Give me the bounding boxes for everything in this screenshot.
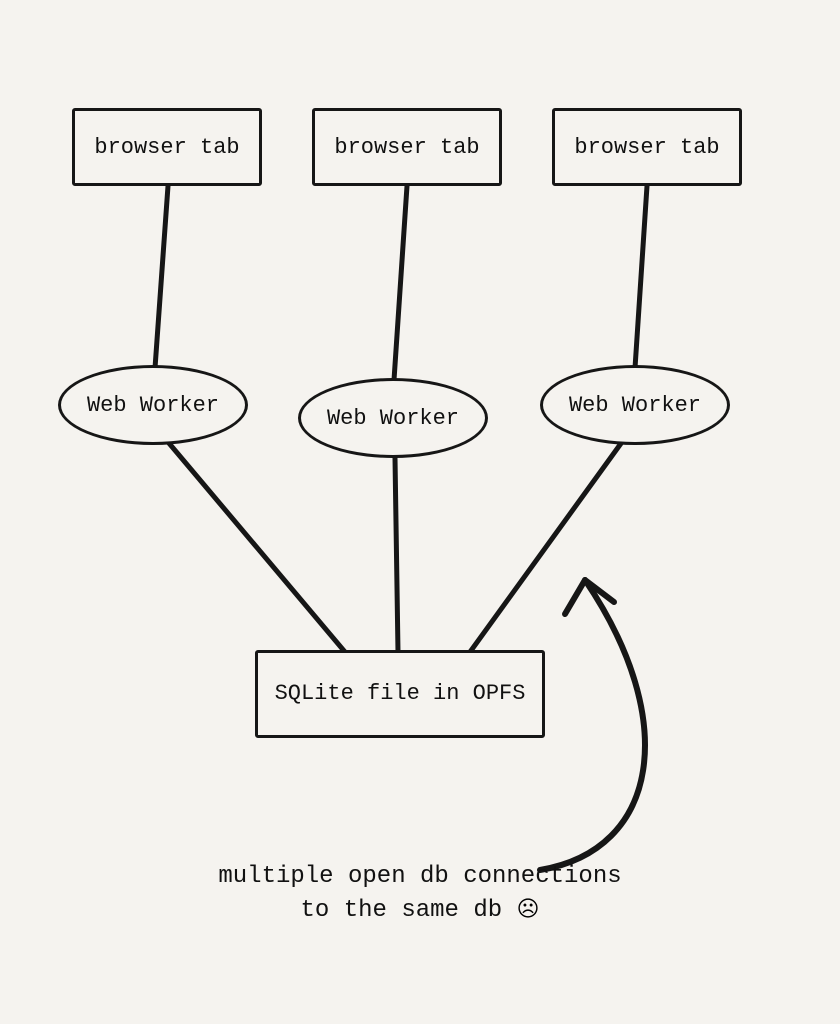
web-worker-3-label: Web Worker [569,393,701,418]
browser-tab-3: browser tab [552,108,742,186]
sqlite-db-file-label: SQLite file in OPFS [275,680,526,708]
edge-worker2-db [395,458,398,652]
browser-tab-1: browser tab [72,108,262,186]
browser-tab-1-label: browser tab [94,135,239,160]
frown-icon: ☹ [517,897,540,922]
edge-tab1-worker1 [155,186,168,368]
browser-tab-2: browser tab [312,108,502,186]
edge-worker3-db [470,442,622,652]
annotation-arrow [540,580,645,870]
browser-tab-2-label: browser tab [334,135,479,160]
sqlite-db-file: SQLite file in OPFS [255,650,545,738]
web-worker-1-label: Web Worker [87,393,219,418]
edge-tab3-worker3 [635,186,647,368]
web-worker-2: Web Worker [298,378,488,458]
caption: multiple open db connections to the same… [0,860,840,927]
caption-line2: to the same db [301,897,503,924]
web-worker-1: Web Worker [58,365,248,445]
architecture-diagram: browser tab browser tab browser tab Web … [0,0,840,1024]
edge-worker1-db [168,442,345,652]
caption-line1: multiple open db connections [218,863,621,890]
web-worker-2-label: Web Worker [327,406,459,431]
browser-tab-3-label: browser tab [574,135,719,160]
edge-tab2-worker2 [394,186,407,380]
web-worker-3: Web Worker [540,365,730,445]
